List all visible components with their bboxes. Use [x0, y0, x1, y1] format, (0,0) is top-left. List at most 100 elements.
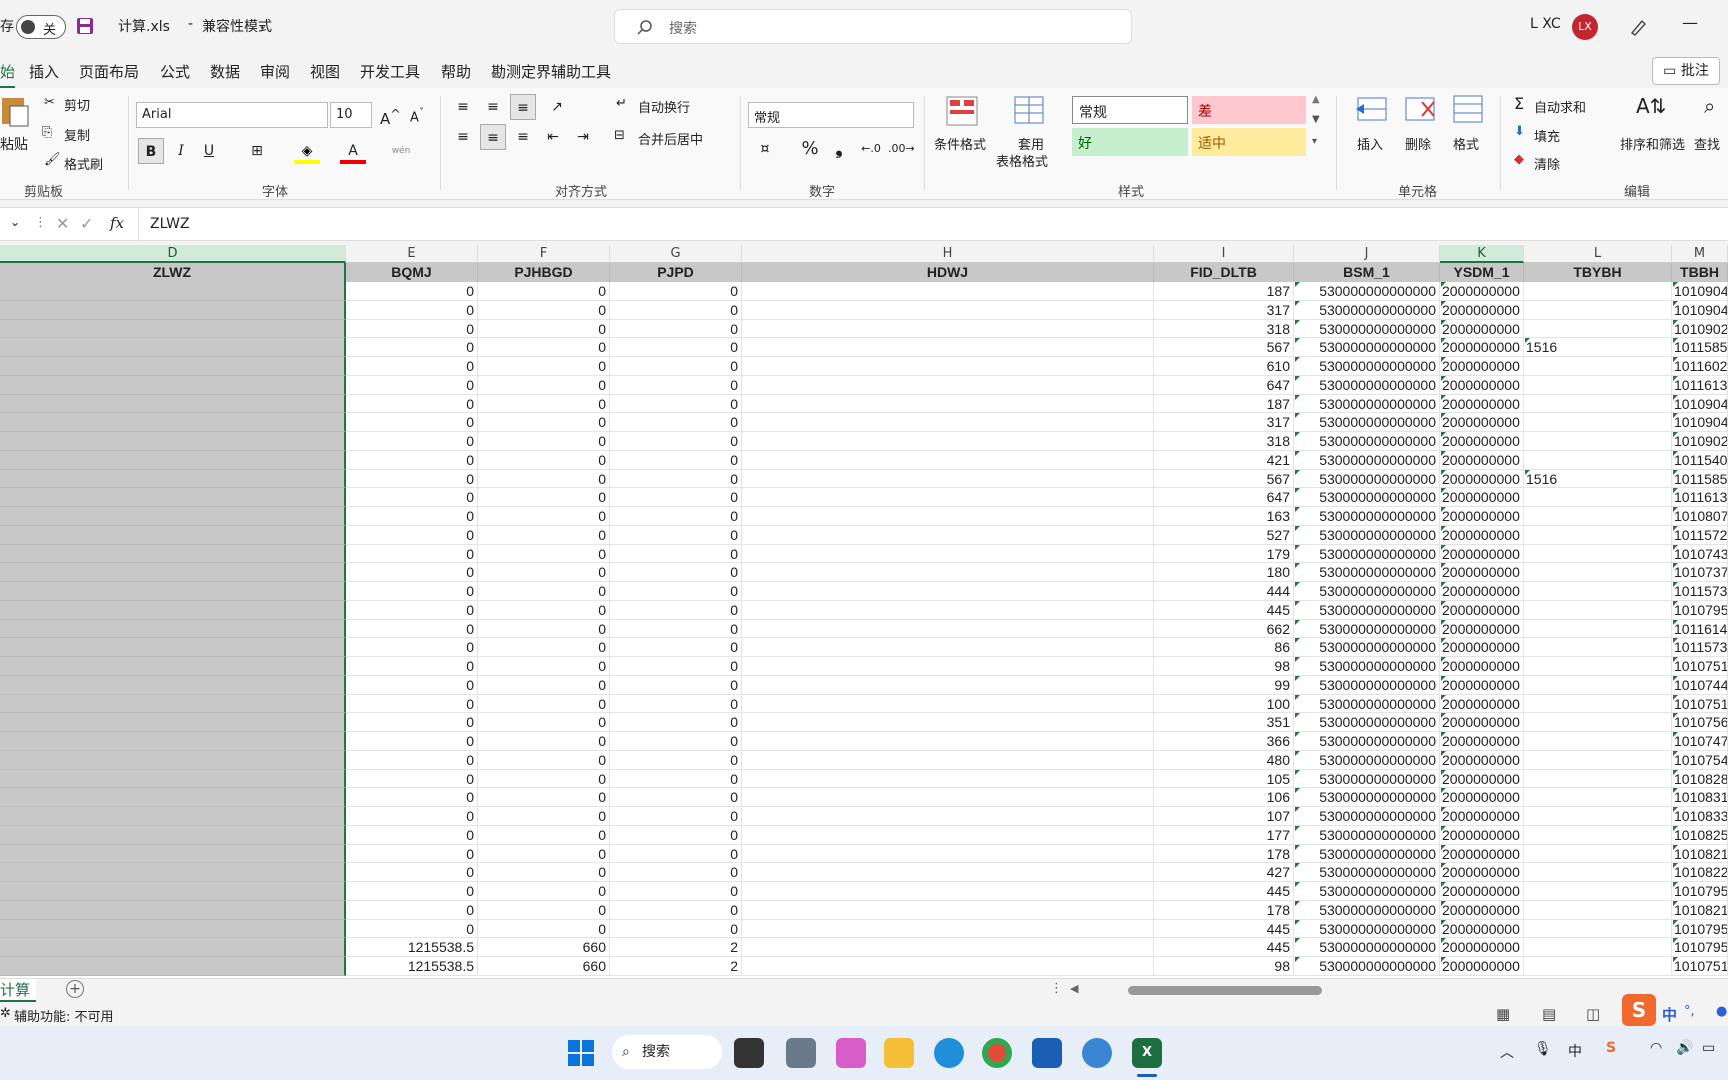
cell-tbbh[interactable]: 1010795	[1672, 600, 1728, 620]
cell-tbbh[interactable]: 1010821	[1672, 900, 1728, 920]
cell-hdwj[interactable]	[742, 300, 1154, 320]
cell-pjpd[interactable]: 0	[610, 600, 742, 620]
cell-bqmj[interactable]: 0	[346, 675, 478, 695]
cell-pjpd[interactable]: 0	[610, 844, 742, 864]
insert-function-button[interactable]: fx	[110, 214, 124, 232]
cell-hdwj[interactable]	[742, 319, 1154, 339]
ime-punctuation-icon[interactable]: °,	[1684, 1004, 1695, 1019]
cell-fid-dltb[interactable]: 647	[1154, 488, 1294, 507]
cell-tbbh[interactable]: 1010795	[1672, 882, 1728, 901]
cell-bqmj[interactable]: 0	[346, 694, 478, 714]
cell-hdwj[interactable]	[742, 488, 1154, 507]
cell-pjhbgd[interactable]: 0	[478, 769, 610, 789]
cell-tbybh[interactable]	[1524, 638, 1672, 657]
cell-pjhbgd[interactable]: 0	[478, 882, 610, 901]
cell-zlwz[interactable]	[0, 375, 346, 395]
column-letter[interactable]: H	[742, 245, 1154, 263]
cell-ysdm-1[interactable]: 2000000000	[1440, 357, 1524, 376]
cell-bsm-1[interactable]: 530000000000000	[1294, 863, 1440, 882]
cell-pjhbgd[interactable]: 0	[478, 488, 610, 507]
cell-fid-dltb[interactable]: 107	[1154, 807, 1294, 826]
cell-pjpd[interactable]: 0	[610, 750, 742, 770]
format-cells-icon[interactable]	[1452, 94, 1484, 124]
cell-bsm-1[interactable]: 530000000000000	[1294, 469, 1440, 489]
cell-fid-dltb[interactable]: 317	[1154, 300, 1294, 320]
cell-fid-dltb[interactable]: 610	[1154, 357, 1294, 376]
cell-zlwz[interactable]	[0, 694, 346, 714]
font-color-icon[interactable]: A	[340, 138, 366, 164]
cell-tbybh[interactable]	[1524, 563, 1672, 582]
cell-tbbh[interactable]: 1010754	[1672, 750, 1728, 770]
cell-fid-dltb[interactable]: 187	[1154, 282, 1294, 301]
page-break-view-icon[interactable]: ◫	[1586, 1005, 1600, 1023]
cell-zlwz[interactable]	[0, 638, 346, 657]
cell-pjhbgd[interactable]: 0	[478, 319, 610, 339]
task-view-icon[interactable]	[734, 1038, 764, 1068]
cell-bsm-1[interactable]: 530000000000000	[1294, 900, 1440, 920]
tab-developer[interactable]: 开发工具	[360, 61, 420, 82]
cell-pjpd[interactable]: 0	[610, 282, 742, 301]
tab-data[interactable]: 数据	[210, 61, 240, 82]
tab-split-icon[interactable]: ⋮	[1050, 981, 1063, 996]
format-table-icon[interactable]	[1014, 96, 1048, 126]
cell-pjhbgd[interactable]: 0	[478, 357, 610, 376]
cell-tbybh[interactable]	[1524, 657, 1672, 676]
brush-icon[interactable]: 🖌	[44, 152, 61, 167]
enter-icon[interactable]: ✓	[80, 214, 93, 233]
cell-zlwz[interactable]	[0, 938, 346, 957]
insert-button[interactable]: 插入	[1357, 134, 1383, 153]
cell-tbybh[interactable]	[1524, 488, 1672, 507]
cell-hdwj[interactable]	[742, 938, 1154, 957]
cell-tbbh[interactable]: 1010831	[1672, 788, 1728, 807]
cell-bqmj[interactable]: 0	[346, 488, 478, 507]
tab-page-layout[interactable]: 页面布局	[79, 61, 139, 82]
cell-hdwj[interactable]	[742, 807, 1154, 826]
italic-button[interactable]: I	[168, 138, 194, 164]
cell-bqmj[interactable]: 0	[346, 750, 478, 770]
cell-bsm-1[interactable]: 530000000000000	[1294, 619, 1440, 639]
cell-bsm-1[interactable]: 530000000000000	[1294, 638, 1440, 657]
cell-pjhbgd[interactable]: 0	[478, 694, 610, 714]
align-center-icon[interactable]: ≡	[480, 124, 506, 150]
cell-zlwz[interactable]	[0, 488, 346, 507]
cell-pjpd[interactable]: 0	[610, 338, 742, 357]
cell-fid-dltb[interactable]: 317	[1154, 413, 1294, 432]
wrap-text-button[interactable]: 自动换行	[638, 97, 690, 116]
cell-fid-dltb[interactable]: 366	[1154, 732, 1294, 751]
cell-pjpd[interactable]: 0	[610, 919, 742, 939]
cell-fid-dltb[interactable]: 480	[1154, 750, 1294, 770]
cell-hdwj[interactable]	[742, 450, 1154, 470]
name-box-dropdown-icon[interactable]: ⌄	[10, 215, 20, 229]
cell-bqmj[interactable]: 0	[346, 619, 478, 639]
cell-pjpd[interactable]: 0	[610, 507, 742, 526]
cell-fid-dltb[interactable]: 318	[1154, 319, 1294, 339]
cell-pjpd[interactable]: 0	[610, 394, 742, 414]
cell-pjhbgd[interactable]: 0	[478, 863, 610, 882]
cell-bsm-1[interactable]: 530000000000000	[1294, 675, 1440, 695]
cell-tbybh[interactable]	[1524, 900, 1672, 920]
cell-bqmj[interactable]: 0	[346, 357, 478, 376]
cell-bqmj[interactable]: 0	[346, 657, 478, 676]
cell-pjpd[interactable]: 0	[610, 769, 742, 789]
style-normal[interactable]: 常规	[1072, 96, 1188, 124]
cell-pjpd[interactable]: 2	[610, 957, 742, 976]
cell-pjhbgd[interactable]: 0	[478, 638, 610, 657]
cell-pjhbgd[interactable]: 0	[478, 713, 610, 732]
cell-bsm-1[interactable]: 530000000000000	[1294, 750, 1440, 770]
format-button[interactable]: 格式	[1453, 134, 1479, 153]
styles-scroll-up-icon[interactable]: ▲	[1312, 94, 1320, 105]
comments-button[interactable]: ▭ 批注	[1652, 57, 1720, 85]
cell-hdwj[interactable]	[742, 638, 1154, 657]
cell-pjpd[interactable]: 0	[610, 319, 742, 339]
cell-bqmj[interactable]: 0	[346, 469, 478, 489]
cell-fid-dltb[interactable]: 106	[1154, 788, 1294, 807]
column-letter[interactable]: L	[1524, 245, 1672, 263]
cell-hdwj[interactable]	[742, 750, 1154, 770]
cell-hdwj[interactable]	[742, 619, 1154, 639]
cell-bsm-1[interactable]: 530000000000000	[1294, 563, 1440, 582]
copy-button[interactable]: 复制	[64, 125, 90, 144]
chrome-icon[interactable]	[982, 1038, 1012, 1068]
cell-ysdm-1[interactable]: 2000000000	[1440, 769, 1524, 789]
cell-zlwz[interactable]	[0, 675, 346, 695]
merge-center-button[interactable]: 合并后居中	[638, 129, 703, 148]
